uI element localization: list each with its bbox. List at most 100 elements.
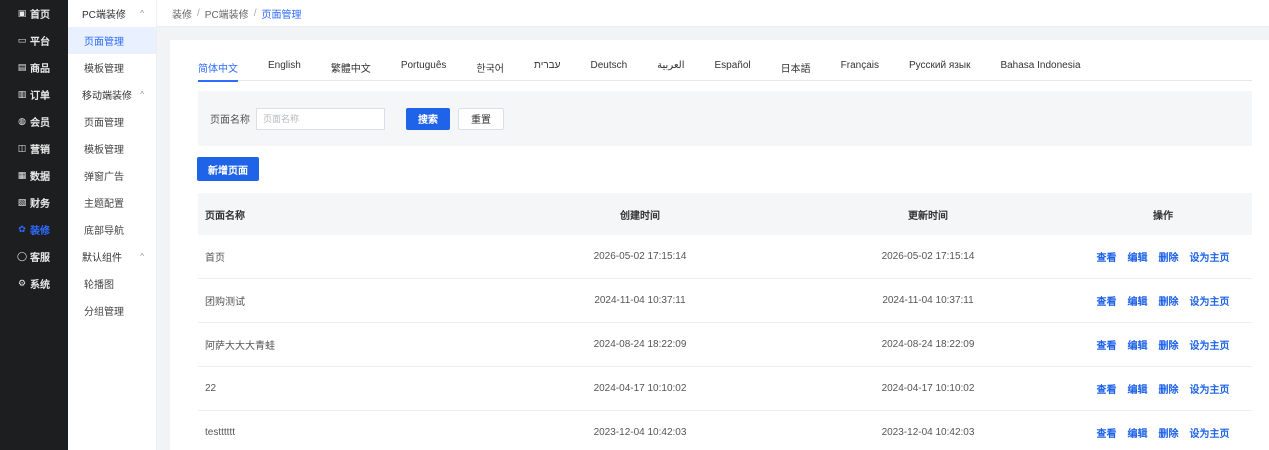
main-nav-item[interactable]: ▭ 平台 (0, 27, 68, 54)
edit-link[interactable]: 编辑 (1128, 381, 1148, 396)
edit-link[interactable]: 编辑 (1128, 425, 1148, 440)
sub-nav-item[interactable]: 弹窗广告 (68, 162, 156, 189)
language-tab[interactable]: Deutsch (590, 60, 627, 81)
header-page-name: 页面名称 (205, 210, 245, 222)
main-nav-label: 会员 (30, 118, 50, 129)
page-name-input[interactable] (256, 107, 385, 130)
main-nav-label: 平台 (30, 37, 50, 48)
language-tab[interactable]: Français (841, 60, 879, 81)
delete-link[interactable]: 删除 (1159, 337, 1179, 352)
set-home-link[interactable]: 设为主页 (1190, 337, 1230, 352)
breadcrumb-current: 页面管理 (261, 9, 302, 21)
main-nav-item[interactable]: ▣ 首页 (0, 0, 68, 27)
language-tab[interactable]: English (268, 60, 301, 81)
main-nav-item[interactable]: ✿ 装修 (0, 216, 68, 243)
language-tab[interactable]: Bahasa Indonesia (1000, 60, 1080, 81)
view-link[interactable]: 查看 (1097, 337, 1117, 352)
view-link[interactable]: 查看 (1097, 293, 1117, 308)
breadcrumb-item-pc-decoration[interactable]: PC端装修 (205, 6, 249, 21)
cell-created-time: 2024-04-17 10:10:02 (593, 383, 687, 394)
cell-created-time: 2024-11-04 10:37:11 (594, 295, 686, 306)
sub-nav-item[interactable]: 页面管理 (68, 27, 156, 54)
finance-icon: ▧ (17, 197, 27, 207)
main-nav-item[interactable]: ▧ 财务 (0, 189, 68, 216)
filter-bar: 页面名称 搜索 重置 (198, 91, 1252, 146)
main-nav-item[interactable]: ◍ 会员 (0, 108, 68, 135)
search-button[interactable]: 搜索 (406, 107, 450, 130)
language-tab[interactable]: العربية (657, 60, 684, 81)
edit-link[interactable]: 编辑 (1128, 293, 1148, 308)
main-nav-label: 客服 (30, 253, 50, 264)
set-home-link[interactable]: 设为主页 (1190, 425, 1230, 440)
language-tab[interactable]: Español (715, 60, 751, 81)
app-root: ▣ 首页 ▭ 平台 ▤ 商品 ▥ 订单 ◍ 会员 ◫ 营销 ▦ 数据 ▧ 财务 ✿ 装修 ◯ 客服 ⚙ 系统 PC端装修 ^… (0, 0, 1269, 450)
cell-created-time: 2024-08-24 18:22:09 (593, 339, 687, 350)
language-tab[interactable]: 日本語 (781, 60, 811, 81)
main-nav-item[interactable]: ▤ 商品 (0, 54, 68, 81)
goods-icon: ▤ (17, 62, 27, 72)
language-tab[interactable]: 简体中文 (198, 60, 238, 82)
cell-page-name: 团购测试 (205, 297, 245, 308)
delete-link[interactable]: 删除 (1159, 249, 1179, 264)
main-nav-item[interactable]: ◫ 营销 (0, 135, 68, 162)
edit-link[interactable]: 编辑 (1128, 337, 1148, 352)
pages-table: 页面名称 创建时间 更新时间 操作 首页 2026-05-02 17:15:14 2… (198, 193, 1252, 450)
breadcrumb-separator: / (253, 7, 257, 19)
platform-icon: ▭ (17, 35, 27, 45)
language-tab[interactable]: 繁體中文 (331, 60, 371, 81)
table-body: 首页 2026-05-02 17:15:14 2026-05-02 17:15:14… (198, 235, 1252, 450)
chevron-up-icon: ^ (140, 252, 144, 261)
set-home-link[interactable]: 设为主页 (1190, 293, 1230, 308)
view-link[interactable]: 查看 (1097, 425, 1117, 440)
reset-button[interactable]: 重置 (458, 107, 504, 130)
main-nav-label: 首页 (30, 10, 50, 21)
sub-nav-group-label: PC端装修 (82, 10, 126, 21)
cell-updated-time: 2024-08-24 18:22:09 (881, 339, 975, 350)
sub-nav-item[interactable]: 主题配置 (68, 189, 156, 216)
cell-page-name: 首页 (205, 253, 225, 264)
breadcrumb-item-decoration[interactable]: 装修 (172, 6, 192, 21)
main-nav-item[interactable]: ▦ 数据 (0, 162, 68, 189)
language-tab[interactable]: Русский язык (909, 60, 970, 81)
sub-nav-group[interactable]: 移动端装修 ^ (68, 81, 156, 108)
sub-nav-item[interactable]: 模板管理 (68, 135, 156, 162)
sub-nav-item[interactable]: 轮播图 (68, 270, 156, 297)
sub-nav-item[interactable]: 分组管理 (68, 297, 156, 324)
language-tab[interactable]: Português (401, 60, 447, 81)
cell-updated-time: 2023-12-04 10:42:03 (881, 427, 975, 438)
breadcrumb-separator: / (197, 7, 200, 19)
sub-nav-group[interactable]: 默认组件 ^ (68, 243, 156, 270)
view-link[interactable]: 查看 (1097, 381, 1117, 396)
delete-link[interactable]: 删除 (1159, 425, 1179, 440)
main-nav-item[interactable]: ▥ 订单 (0, 81, 68, 108)
main-nav-item[interactable]: ◯ 客服 (0, 243, 68, 270)
cell-actions: 查看 编辑 删除 设为主页 (1074, 249, 1252, 264)
language-tab[interactable]: עברית (534, 60, 560, 81)
table-row: testttttt 2023-12-04 10:42:03 2023-12-04 1… (198, 411, 1252, 450)
main-nav-label: 商品 (30, 64, 50, 75)
view-link[interactable]: 查看 (1097, 249, 1117, 264)
language-tab[interactable]: 한국어 (476, 60, 504, 81)
sub-nav-item[interactable]: 底部导航 (68, 216, 156, 243)
sub-nav-item[interactable]: 页面管理 (68, 108, 156, 135)
sub-nav-item[interactable]: 模板管理 (68, 54, 156, 81)
language-tabs: 简体中文 English 繁體中文 Português 한국어 עברית Deutsch ا… (198, 60, 1252, 82)
decoration-icon: ✿ (18, 224, 26, 234)
sub-nav-group[interactable]: PC端装修 ^ (68, 0, 156, 27)
table-row: 阿萨大大大青蛙 2024-08-24 18:22:09 2024-08-24 18:… (198, 323, 1252, 367)
cell-actions: 查看 编辑 删除 设为主页 (1074, 337, 1252, 352)
main-nav-item[interactable]: ⚙ 系统 (0, 270, 68, 297)
set-home-link[interactable]: 设为主页 (1190, 381, 1230, 396)
cell-created-time: 2023-12-04 10:42:03 (593, 427, 687, 438)
main-nav-label: 订单 (30, 91, 50, 102)
add-page-button[interactable]: 新增页面 (197, 157, 259, 181)
sub-nav-group-label: 默认组件 (82, 253, 122, 264)
main-nav-label: 数据 (30, 172, 50, 183)
service-icon: ◯ (16, 251, 28, 261)
delete-link[interactable]: 删除 (1159, 293, 1179, 308)
edit-link[interactable]: 编辑 (1128, 249, 1148, 264)
cell-page-name: 22 (205, 383, 217, 394)
delete-link[interactable]: 删除 (1159, 381, 1179, 396)
header-actions: 操作 (1153, 210, 1173, 222)
set-home-link[interactable]: 设为主页 (1190, 249, 1230, 264)
